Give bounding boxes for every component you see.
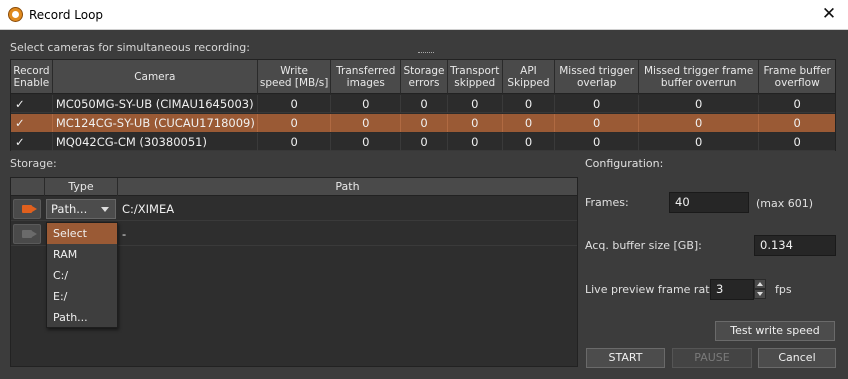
missed-overlap-value: 0 [555,95,639,113]
spin-down-icon[interactable] [754,289,766,299]
transport-skipped-value: 0 [448,133,503,151]
storage-table-header: Type Path [11,178,577,196]
window-title: Record Loop [29,8,104,22]
close-icon[interactable]: ✕ [816,3,842,27]
header-transferred-images[interactable]: Transferred images [331,60,402,94]
dropdown-option[interactable]: C:/ [47,265,117,286]
buffer-overflow-value: 0 [793,135,801,149]
header-storage-errors[interactable]: Storage errors [401,60,448,94]
cancel-button[interactable]: Cancel [758,348,836,368]
api-skipped-value: 0 [503,114,556,132]
preview-rate-spinner[interactable] [754,279,766,300]
camera-row[interactable]: ✓ MC124CG-SY-UB (CUCAU1718009) 0 0 0 0 0 0 0 0 [11,114,835,132]
dropdown-option[interactable]: Path... [47,307,117,328]
storage-header-type[interactable]: Type [45,178,118,196]
frames-max-hint: (max 601) [756,197,814,210]
transferred-images-value: 0 [331,114,402,132]
record-enable-checkbox[interactable]: ✓ [11,133,53,151]
write-speed-value: 0 [258,95,332,113]
camera-row[interactable]: ✓ MC050MG-SY-UB (CIMAU1645003) 0 0 0 0 0 0 0 0 [11,95,835,113]
header-frame-buffer-overflow[interactable]: Frame buffer overflow [759,60,835,94]
dropdown-option[interactable]: E:/ [47,286,117,307]
frames-input[interactable]: 40 [669,192,749,213]
api-skipped-value: 0 [503,95,556,113]
transport-skipped-value: 0 [448,114,503,132]
buffer-size-label: Acq. buffer size [GB]: [585,239,702,252]
start-button[interactable]: START [586,348,665,368]
header-missed-trigger-overlap[interactable]: Missed trigger overlap [555,60,639,94]
buffer-size-input[interactable]: 0.134 [754,235,836,256]
storage-path-value[interactable]: - [122,227,126,241]
window-titlebar: Record Loop ✕ [0,0,848,30]
test-write-speed-button[interactable]: Test write speed [715,321,835,341]
configuration-section-label: Configuration: [585,157,664,170]
transferred-images-value: 0 [331,95,402,113]
storage-type-select[interactable]: Path... [46,199,116,219]
storage-errors-value: 0 [401,95,448,113]
camera-name: MQ042CG-CM (30380051) [53,133,258,151]
storage-path-value[interactable]: C:/XIMEA [122,202,174,216]
api-skipped-value: 0 [503,133,556,151]
app-icon [8,7,23,22]
header-transport-skipped[interactable]: Transport skipped [447,60,503,94]
storage-section-label: Storage: [10,157,57,170]
write-speed-value: 0 [258,114,332,132]
transferred-images-value: 0 [331,133,402,151]
buffer-overflow-value: 0 [793,116,801,130]
pause-button[interactable]: PAUSE [672,348,752,368]
storage-type-value: Path... [51,202,88,216]
storage-errors-value: 0 [401,114,448,132]
record-storage-button[interactable] [13,223,41,244]
video-camera-icon [22,204,37,213]
record-enable-checkbox[interactable]: ✓ [11,114,53,132]
storage-header-path[interactable]: Path [118,178,577,196]
storage-row: Path... C:/XIMEA [11,197,577,221]
header-camera[interactable]: Camera [52,60,258,94]
storage-type-dropdown[interactable]: Select RAM C:/E:/Path... [46,222,118,328]
buffer-overflow-value: 0 [793,97,801,111]
camera-name: MC124CG-SY-UB (CUCAU1718009) [53,114,258,132]
frames-label: Frames: [585,196,629,209]
camera-row[interactable]: ✓ MQ042CG-CM (30380051) 0 0 0 0 0 0 0 0 [11,133,835,151]
missed-overrun-value: 0 [639,114,760,132]
record-enable-checkbox[interactable]: ✓ [11,95,53,113]
preview-rate-label: Live preview frame rate: [585,283,720,296]
preview-rate-unit: fps [775,283,792,296]
cameras-table-header: Record Enable Camera Write speed [MB/s] Trans… [11,60,835,94]
missed-overlap-value: 0 [555,133,639,151]
dropdown-option[interactable]: Select [47,223,117,244]
storage-errors-value: 0 [401,133,448,151]
chevron-down-icon [101,207,109,212]
missed-overrun-value: 0 [639,133,760,151]
transport-skipped-value: 0 [448,95,503,113]
preview-rate-input[interactable]: 3 [710,279,754,300]
header-write-speed[interactable]: Write speed [MB/s] [257,60,332,94]
splitter-handle[interactable] [418,52,434,56]
camera-name: MC050MG-SY-UB (CIMAU1645003) [53,95,258,113]
cameras-table: Record Enable Camera Write speed [MB/s] Trans… [10,59,836,151]
record-storage-button[interactable] [13,198,41,219]
write-speed-value: 0 [258,133,332,151]
video-camera-icon [22,229,37,238]
dropdown-option[interactable]: RAM [47,244,117,265]
storage-header-blank [11,178,45,196]
missed-overlap-value: 0 [555,114,639,132]
header-api-skipped[interactable]: API Skipped [502,60,556,94]
spin-up-icon[interactable] [754,279,766,289]
header-missed-trigger-overrun[interactable]: Missed trigger frame buffer overrun [638,60,760,94]
cameras-section-label: Select cameras for simultaneous recordin… [10,41,250,54]
header-record-enable[interactable]: Record Enable [11,60,53,94]
missed-overrun-value: 0 [639,95,760,113]
